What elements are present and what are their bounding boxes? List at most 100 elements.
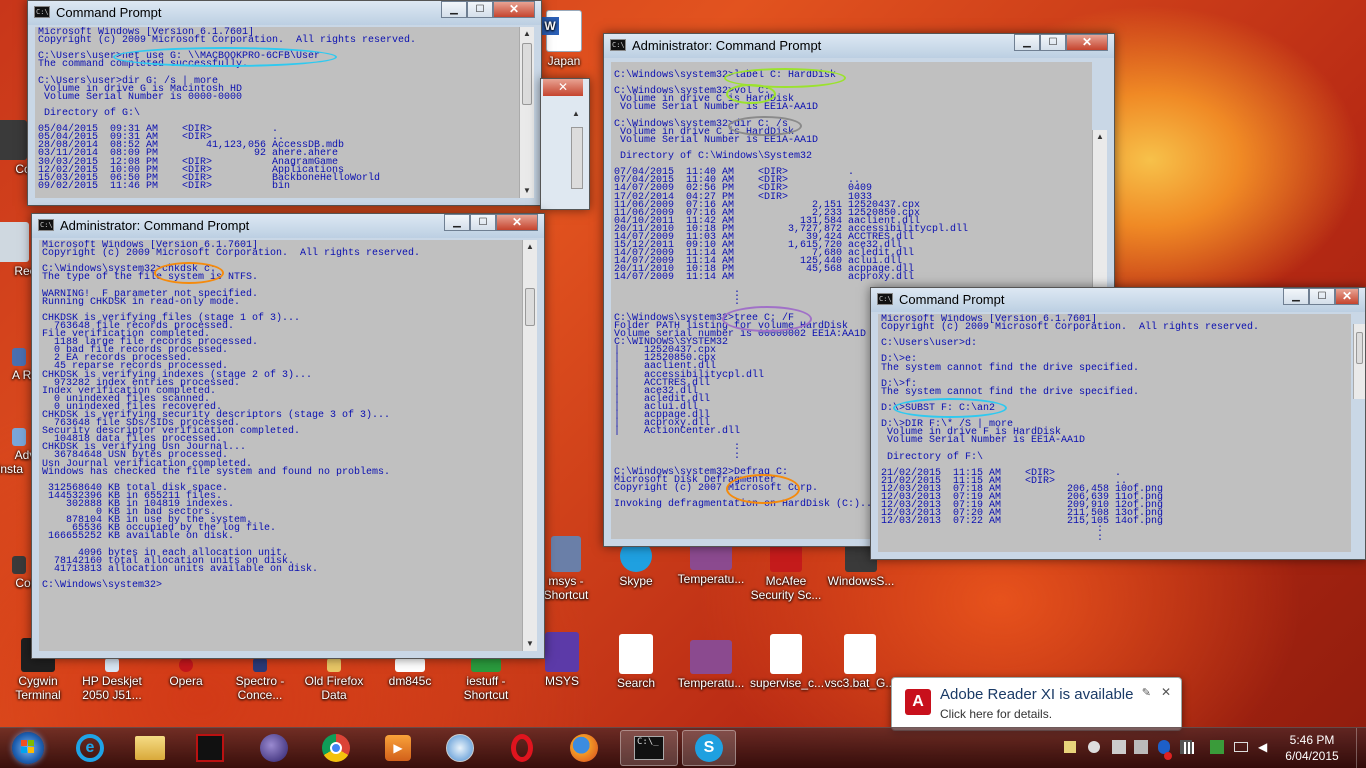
taskbar-media-player[interactable]: ▶ <box>372 730 424 766</box>
start-button[interactable] <box>4 730 52 766</box>
maximize-button[interactable]: ☐ <box>1040 34 1066 51</box>
signal-icon[interactable] <box>1184 742 1198 754</box>
console-line: : <box>881 532 1104 544</box>
show-desktop-button[interactable] <box>1356 728 1366 768</box>
taskbar-app-red[interactable] <box>184 730 236 766</box>
desktop-icon-hp-deskjet[interactable]: HP Deskjet 2050 J51... <box>76 658 148 702</box>
volume-icon[interactable]: ◀ <box>1258 740 1272 754</box>
desktop-icon-opera[interactable]: Opera <box>150 658 222 688</box>
warning-icon[interactable] <box>1164 752 1172 760</box>
console-output[interactable]: Microsoft Windows [Version 6.1.7601] Copy… <box>878 314 1351 552</box>
system-tray: ◀ 5:46 PM 6/04/2015 <box>1060 728 1366 768</box>
tray-icon-app-2[interactable] <box>1134 740 1148 754</box>
console-line: The type of the file system is NTFS. <box>42 272 259 284</box>
maximize-button[interactable]: ☐ <box>470 214 496 231</box>
scroll-thumb[interactable] <box>1356 332 1363 364</box>
close-button[interactable]: ✕ <box>493 1 535 18</box>
tray-icon-app[interactable] <box>1112 740 1126 754</box>
minimize-button[interactable]: ▁ <box>1283 288 1309 305</box>
file-icon <box>844 634 876 674</box>
console-line: The command completed successfully. <box>38 59 249 71</box>
taskbar-safari[interactable] <box>434 730 486 766</box>
desktop-icon-skype[interactable]: Skype <box>600 540 672 588</box>
scroll-up-icon[interactable]: ▲ <box>523 240 537 254</box>
vertical-scrollbar[interactable]: ▲ ▼ <box>519 27 534 198</box>
scroll-thumb[interactable] <box>522 43 532 105</box>
tray-icon-folder[interactable] <box>1064 741 1076 753</box>
gear-icon <box>551 536 581 572</box>
scroll-down-icon[interactable]: ▼ <box>520 184 534 198</box>
clock-date: 6/04/2015 <box>1285 749 1339 763</box>
desktop-icon-temperatu-2[interactable]: Temperatu... <box>675 640 747 690</box>
scroll-up-icon[interactable]: ▲ <box>569 109 583 123</box>
minimize-button[interactable]: ▁ <box>441 1 467 18</box>
console-line: The system cannot find the drive specifi… <box>881 362 1140 374</box>
close-button[interactable]: ✕ <box>543 79 583 96</box>
network-icon[interactable] <box>1210 740 1224 754</box>
app-icon <box>196 734 224 762</box>
cmd-window-hidden[interactable]: ✕ ▲ <box>540 78 590 210</box>
desktop-icon-old-firefox[interactable]: Old Firefox Data <box>298 658 370 702</box>
tray-icon-audio[interactable] <box>1088 741 1100 753</box>
cmd-icon: C:\ <box>34 6 50 18</box>
desktop-icon-supervise[interactable]: supervise_c... <box>750 634 824 690</box>
vertical-scrollbar[interactable] <box>1353 324 1365 399</box>
opera-icon <box>179 658 193 672</box>
taskbar-skype[interactable]: S <box>682 730 736 766</box>
taskbar-eclipse[interactable] <box>248 730 300 766</box>
scroll-thumb[interactable] <box>525 288 535 326</box>
app-icon <box>253 658 267 672</box>
taskbar-firefox[interactable] <box>558 730 610 766</box>
scroll-down-icon[interactable]: ▼ <box>523 637 537 651</box>
console-line: Copyright (c) 2009 Microsoft Corporation… <box>881 322 1260 334</box>
vertical-scrollbar[interactable]: ▲ ▼ <box>522 240 537 651</box>
maximize-button[interactable]: ☐ <box>1309 288 1335 305</box>
desktop-icon-spectro[interactable]: Spectro - Conce... <box>224 658 296 702</box>
desktop-icon-dm845c[interactable]: dm845c <box>374 658 446 688</box>
clock[interactable]: 5:46 PM 6/04/2015 <box>1282 732 1342 764</box>
chart-icon <box>690 640 732 674</box>
scroll-thumb[interactable] <box>571 127 583 189</box>
console-output[interactable]: Microsoft Windows [Version 6.1.7601] Copy… <box>39 240 522 651</box>
installer-icon <box>12 428 26 446</box>
pin-icon[interactable]: ✎ <box>1142 686 1151 699</box>
title-bar[interactable]: C:\ Command Prompt ▁ ☐ ✕ <box>871 288 1365 312</box>
printer-icon <box>105 658 119 672</box>
title-bar[interactable]: C:\ Command Prompt ▁ ☐ ✕ <box>28 1 541 25</box>
maximize-button[interactable]: ☐ <box>467 1 493 18</box>
console-line: Directory of G:\ <box>38 107 141 119</box>
battery-icon[interactable] <box>1234 742 1248 752</box>
desktop-icon-search[interactable]: Search <box>600 634 672 690</box>
adobe-notification[interactable]: A Adobe Reader XI is available Click her… <box>891 677 1182 731</box>
console-line: Directory of C:\Windows\System32 <box>614 151 813 163</box>
close-button[interactable]: ✕ <box>496 214 538 231</box>
msys-icon <box>545 632 579 672</box>
window-title: Administrator: Command Prompt <box>60 218 250 233</box>
taskbar-opera[interactable] <box>496 730 548 766</box>
console-line: C:\Windows\system32> <box>42 579 163 591</box>
taskbar-explorer[interactable] <box>124 730 176 766</box>
cmd-window-4[interactable]: C:\ Command Prompt ▁ ☐ ✕ Microsoft Windo… <box>870 287 1366 560</box>
notification-close-button[interactable]: ✕ <box>1161 685 1171 699</box>
file-icon <box>395 658 425 672</box>
desktop-icon-vsc3[interactable]: vsc3.bat_G... <box>824 634 896 690</box>
cmd-window-1[interactable]: C:\ Command Prompt ▁ ☐ ✕ Microsoft Windo… <box>27 0 542 206</box>
taskbar-command-prompt[interactable]: C:\_ <box>620 730 678 766</box>
minimize-button[interactable]: ▁ <box>444 214 470 231</box>
cmd-window-2[interactable]: C:\ Administrator: Command Prompt ▁ ☐ ✕ … <box>31 213 545 659</box>
minimize-button[interactable]: ▁ <box>1014 34 1040 51</box>
taskbar-ie[interactable]: e <box>64 730 116 766</box>
console-line: Directory of F:\ <box>881 451 984 463</box>
title-bar[interactable]: C:\ Administrator: Command Prompt ▁ ☐ ✕ <box>604 34 1114 58</box>
close-button[interactable]: ✕ <box>1066 34 1108 51</box>
desktop-icon-iestuff[interactable]: iestuff - Shortcut <box>450 658 522 702</box>
scroll-up-icon[interactable]: ▲ <box>520 27 534 41</box>
close-button[interactable]: ✕ <box>1335 288 1359 305</box>
file-icon <box>770 634 802 674</box>
scroll-up-icon[interactable]: ▲ <box>1093 130 1107 144</box>
title-bar[interactable]: C:\ Administrator: Command Prompt ▁ ☐ ✕ <box>32 214 544 238</box>
desktop-icon-mcafee[interactable]: McAfee Security Sc... <box>750 540 822 602</box>
console-output[interactable]: Microsoft Windows [Version 6.1.7601] Copy… <box>35 27 519 198</box>
taskbar-chrome[interactable] <box>310 730 362 766</box>
